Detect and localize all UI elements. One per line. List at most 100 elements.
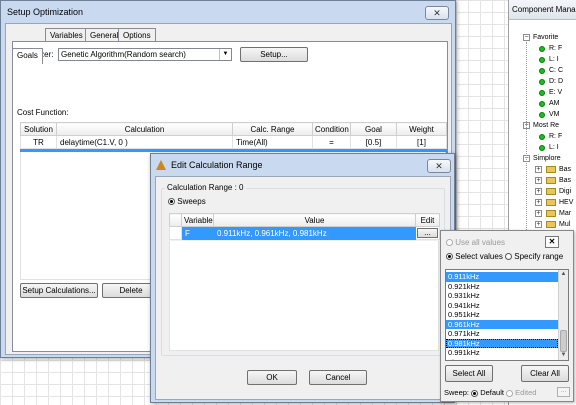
scroll-down-icon[interactable]: ▼ [559,351,568,360]
folder-icon [546,221,556,228]
table-row[interactable]: TR delaytime(C1.V, 0 ) Time(All) = [0.5]… [20,135,447,149]
optimizer-select[interactable]: Genetic Algorithm(Random search) ▼ [58,48,232,61]
specify-range-option[interactable]: Specify range [505,252,563,261]
tree-item[interactable]: D: D [549,77,563,87]
expand-toggle-icon[interactable]: − [523,34,530,41]
more-options-button[interactable]: ... [557,387,570,397]
cell-goal[interactable]: [0.5] [350,135,397,149]
list-item[interactable]: 1kHz [446,358,558,361]
column-solution[interactable]: Solution [20,122,57,136]
cell-calculation[interactable]: delaytime(C1.V, 0 ) [56,135,233,149]
tab-goals[interactable]: Goals [12,48,43,64]
tree-item[interactable]: L: I [549,55,559,65]
expand-toggle-icon[interactable]: + [535,210,542,217]
ok-button[interactable]: OK [247,370,297,385]
tree-group-favorites[interactable]: Favorite [533,33,558,43]
tree-item[interactable]: R: F [549,44,562,54]
select-values-option[interactable]: Select values [446,252,503,261]
tree-item[interactable]: Bas [559,176,571,186]
cell-calc-range[interactable]: Time(All) [232,135,313,149]
list-scrollbar[interactable]: ▲ ▼ [558,270,568,360]
cell-solution[interactable]: TR [20,135,57,149]
sweeps-label: Sweeps [177,197,206,206]
column-goal[interactable]: Goal [350,122,397,136]
tree-item[interactable]: Mul [559,220,570,230]
column-calculation[interactable]: Calculation [56,122,233,136]
column-weight[interactable]: Weight [396,122,447,136]
list-item[interactable]: 0.941kHz [446,301,558,311]
select-values-radio[interactable] [446,253,453,261]
app-logo-icon [156,160,166,170]
tree-group-simplorer[interactable]: Simplore [533,154,561,164]
use-all-option[interactable]: Use all values [446,238,505,247]
expand-toggle-icon[interactable]: + [535,199,542,206]
component-status-icon [539,79,545,85]
cell-edit[interactable]: ... [415,226,440,240]
component-status-icon [539,145,545,151]
list-item[interactable]: 0.981kHz [446,338,558,348]
tree-item[interactable]: R: F [549,132,562,142]
folder-icon [546,199,556,206]
cell-variable[interactable]: F [181,226,214,240]
cell-condition[interactable]: = [312,135,351,149]
column-value[interactable]: Value [213,213,416,227]
list-item[interactable]: 0.971kHz [446,329,558,339]
tree-item[interactable]: Bas [559,165,571,175]
component-status-icon [539,90,545,96]
column-variable[interactable]: Variable [181,213,214,227]
tab-options[interactable]: Options [118,28,156,42]
close-button[interactable]: ✕ [427,159,451,173]
sweep-values-items: 0.911kHz 0.921kHz 0.931kHz 0.941kHz 0.951kHz… [446,272,558,361]
list-item[interactable]: 0.961kHz [446,319,558,329]
select-values-label: Select values [455,252,503,261]
setup-calculations-button[interactable]: Setup Calculations... [20,283,98,298]
tree-item[interactable]: L: I [549,143,559,153]
sweeps-radio[interactable] [168,198,175,206]
tree-item[interactable]: E: V [549,88,562,98]
scrollbar-thumb[interactable] [560,330,567,352]
tree-item[interactable]: C: C [549,66,563,76]
edit-values-button[interactable]: ... [417,228,438,238]
edited-radio[interactable] [506,389,514,397]
row-header [169,226,182,240]
close-button[interactable]: ✕ [545,236,559,248]
specify-range-radio[interactable] [505,253,512,261]
column-condition[interactable]: Condition [312,122,351,136]
list-item[interactable]: 0.921kHz [446,282,558,292]
folder-icon [546,166,556,173]
sweep-values-list[interactable]: 0.911kHz 0.921kHz 0.931kHz 0.941kHz 0.951kHz… [445,269,569,361]
tree-item[interactable]: VM [549,110,560,120]
tree-group-most-recent[interactable]: Most Re [533,121,559,131]
tab-variables[interactable]: Variables [45,28,88,42]
use-all-radio[interactable] [446,239,453,247]
edit-calculation-range-dialog: Edit Calculation Range ✕ Calculation Ran… [150,153,455,403]
cancel-button[interactable]: Cancel [309,370,367,385]
chevron-down-icon[interactable]: ▼ [219,49,231,60]
expand-toggle-icon[interactable]: + [535,177,542,184]
close-button[interactable]: ✕ [425,6,449,20]
sweeps-option[interactable]: Sweeps [168,197,206,206]
scroll-up-icon[interactable]: ▲ [559,270,568,279]
optimizer-setup-button[interactable]: Setup... [240,47,308,62]
list-item[interactable]: 0.911kHz [446,272,558,282]
expand-toggle-icon[interactable]: + [535,221,542,228]
expand-toggle-icon[interactable]: + [535,166,542,173]
list-item[interactable]: 0.931kHz [446,291,558,301]
table-row-selected[interactable]: F 0.911kHz, 0.961kHz, 0.981kHz ... [169,226,440,240]
tree-item[interactable]: Mar [559,209,571,219]
column-edit[interactable]: Edit [415,213,440,227]
tree-item[interactable]: HEV [559,198,573,208]
tree-item[interactable]: Digi [559,187,571,197]
default-radio[interactable] [471,389,479,397]
expand-toggle-icon[interactable]: + [535,188,542,195]
folder-icon [546,177,556,184]
tree-item[interactable]: AM [549,99,560,109]
select-all-button[interactable]: Select All [445,365,493,382]
list-item[interactable]: 0.951kHz [446,310,558,320]
clear-all-button[interactable]: Clear All [521,365,569,382]
sweep-mode-row: Sweep: Default Edited [444,388,536,397]
cell-value[interactable]: 0.911kHz, 0.961kHz, 0.981kHz [213,226,416,240]
column-calc-range[interactable]: Calc. Range [232,122,313,136]
list-item[interactable]: 0.991kHz [446,348,558,358]
cell-weight[interactable]: [1] [396,135,447,149]
